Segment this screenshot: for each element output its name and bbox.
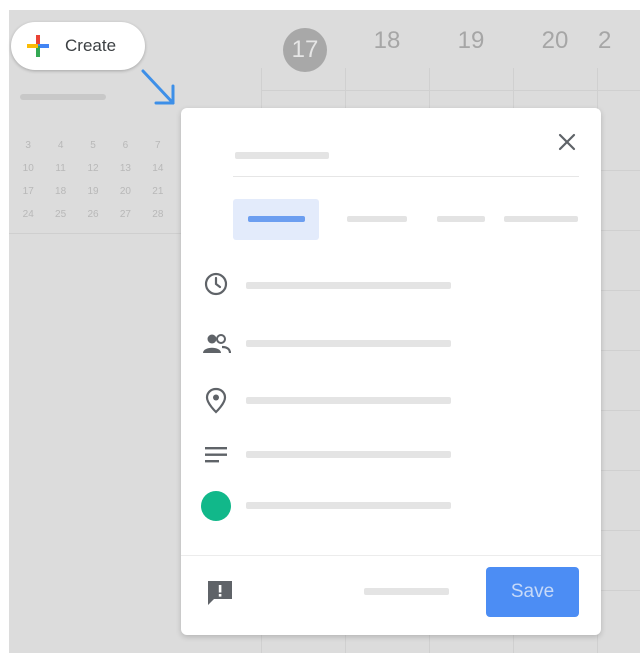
mini-calendar-week: 17 18 19 20 21 [12, 185, 174, 208]
grid-line [261, 90, 640, 91]
mini-calendar-day[interactable]: 12 [77, 162, 109, 185]
mini-calendar-day[interactable]: 26 [77, 208, 109, 231]
create-button[interactable]: Create [11, 22, 145, 70]
mini-calendar-day[interactable]: 27 [109, 208, 141, 231]
plus-multicolor-icon [27, 35, 49, 57]
guests-field[interactable] [246, 340, 451, 347]
tab-reminder[interactable] [431, 199, 491, 240]
tab-event[interactable] [233, 199, 319, 240]
save-button[interactable]: Save [486, 567, 579, 617]
day-number[interactable]: 2 [598, 27, 640, 55]
mini-calendar-day[interactable]: 18 [44, 185, 76, 208]
mini-calendar-week: 24 25 26 27 28 [12, 208, 174, 231]
day-number[interactable]: 20 [525, 27, 585, 55]
day-number[interactable]: 19 [441, 27, 501, 55]
sidebar-divider [9, 233, 181, 234]
mini-calendar-week: 10 11 12 13 14 [12, 162, 174, 185]
mini-calendar-day[interactable]: 19 [77, 185, 109, 208]
arrow-down-right-icon [141, 69, 175, 105]
calendar-field[interactable] [246, 502, 451, 509]
create-button-label: Create [65, 36, 117, 55]
mini-calendar-day[interactable]: 11 [44, 162, 76, 185]
tab-label-placeholder [347, 216, 407, 222]
clock-icon [201, 269, 231, 299]
tab-label-placeholder [504, 216, 578, 222]
mini-calendar-day[interactable]: 7 [142, 139, 174, 162]
title-underline [233, 176, 579, 177]
mini-calendar-day[interactable]: 3 [12, 139, 44, 162]
mini-calendar-day[interactable]: 14 [142, 162, 174, 185]
description-lines-icon [201, 440, 231, 470]
more-options-link[interactable] [364, 588, 449, 595]
mini-calendar-title-placeholder [20, 94, 106, 100]
day-number[interactable]: 18 [357, 27, 417, 55]
event-title-input[interactable] [235, 152, 329, 159]
mini-calendar-day[interactable]: 28 [142, 208, 174, 231]
description-field[interactable] [246, 451, 451, 458]
feedback-icon[interactable] [205, 578, 235, 608]
tab-task[interactable] [341, 199, 411, 240]
mini-calendar-day[interactable]: 17 [12, 185, 44, 208]
footer-divider [181, 555, 601, 556]
mini-calendar-day[interactable]: 4 [44, 139, 76, 162]
mini-calendar-day[interactable]: 10 [12, 162, 44, 185]
close-icon[interactable] [555, 130, 579, 154]
time-field[interactable] [246, 282, 451, 289]
today-date[interactable]: 17 [283, 28, 327, 72]
mini-calendar-week: 3 4 5 6 7 [12, 139, 174, 162]
location-field[interactable] [246, 397, 451, 404]
mini-calendar-day[interactable]: 20 [109, 185, 141, 208]
tab-label-placeholder [437, 216, 485, 222]
tab-label-placeholder [248, 216, 305, 222]
mini-calendar-day[interactable]: 21 [142, 185, 174, 208]
event-color-picker[interactable] [201, 491, 231, 521]
mini-calendar-day[interactable]: 25 [44, 208, 76, 231]
mini-calendar-day[interactable]: 5 [77, 139, 109, 162]
tab-appointment[interactable] [499, 199, 581, 240]
mini-calendar: 3 4 5 6 7 10 11 12 13 14 17 18 19 20 21 … [12, 139, 174, 231]
mini-calendar-day[interactable]: 6 [109, 139, 141, 162]
event-create-dialog: Save [181, 108, 601, 635]
mini-calendar-day[interactable]: 13 [109, 162, 141, 185]
people-icon [201, 329, 231, 359]
mini-calendar-day[interactable]: 24 [12, 208, 44, 231]
location-pin-icon [201, 386, 231, 416]
